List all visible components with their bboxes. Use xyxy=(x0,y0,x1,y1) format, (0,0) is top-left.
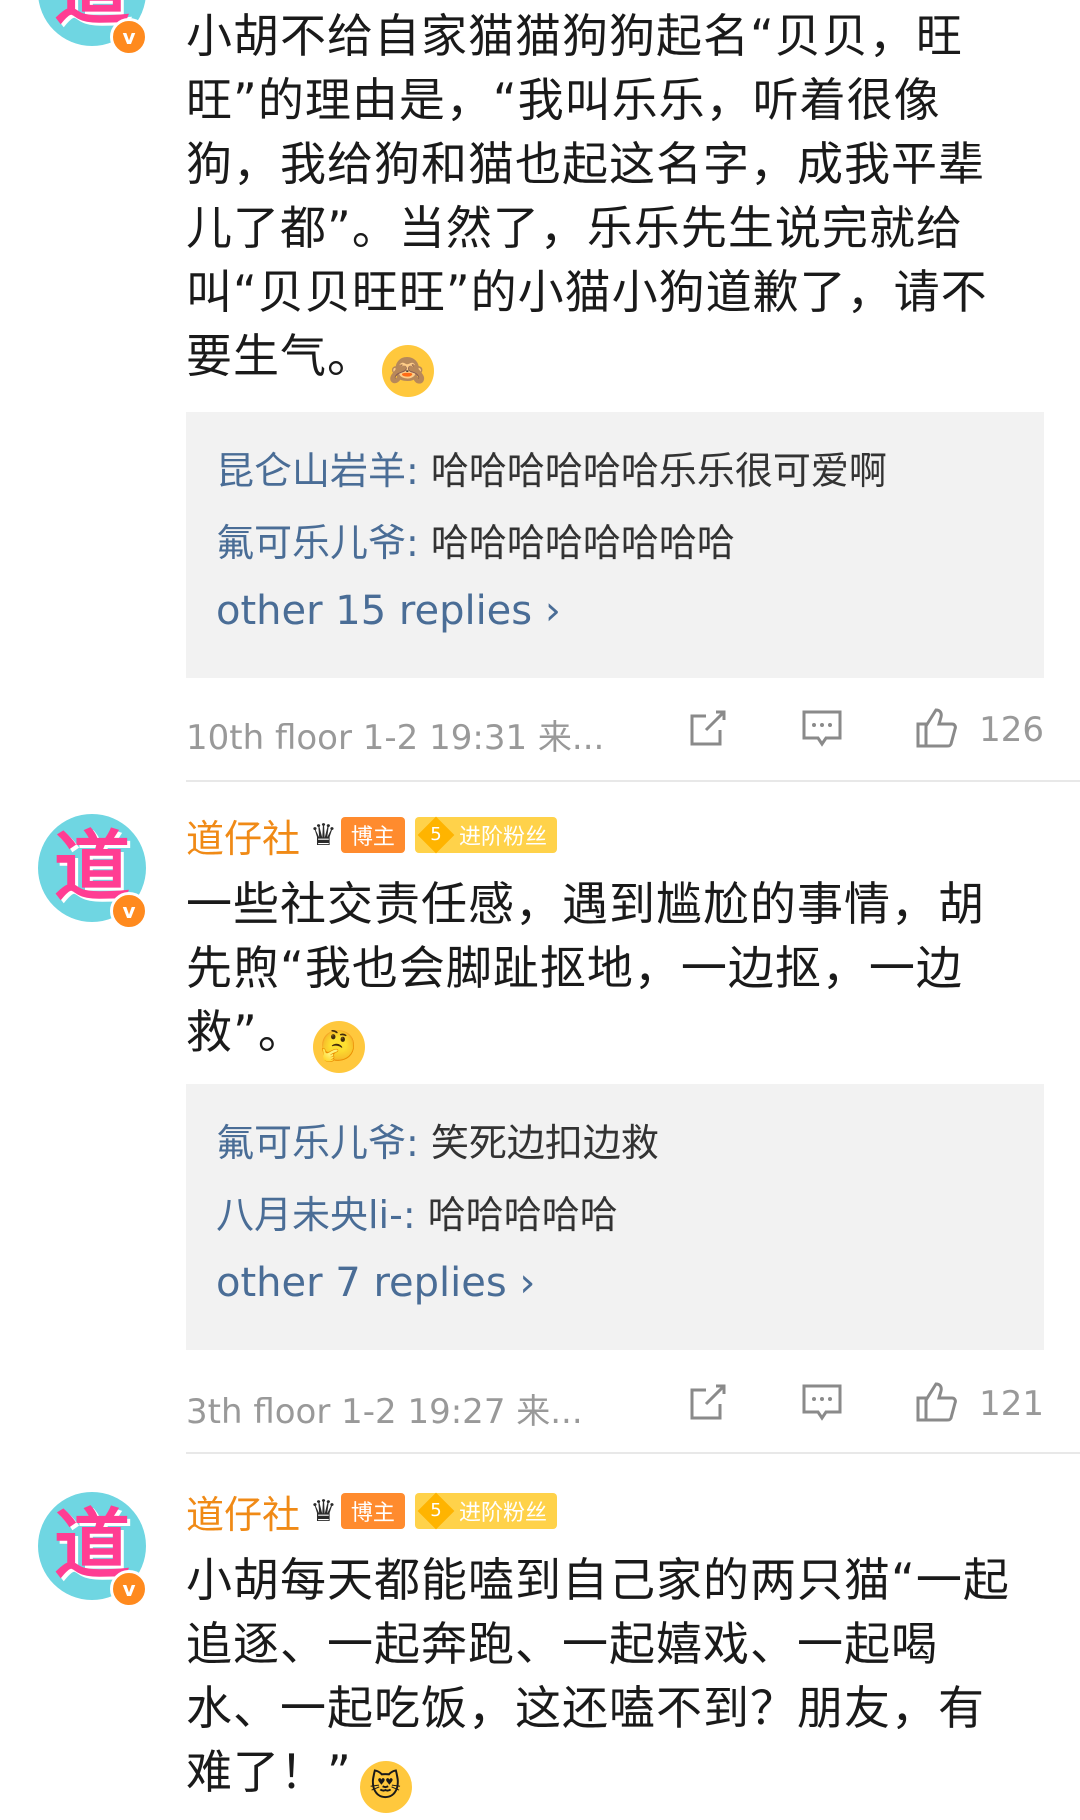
fan-badge-label: 进阶粉丝 xyxy=(458,825,547,850)
divider xyxy=(186,780,1080,782)
see-no-evil-icon: 🙈 xyxy=(382,345,434,397)
comment-meta: 3th floor 1-2 19:27 来... xyxy=(186,1392,583,1432)
like-count: 126 xyxy=(979,710,1044,750)
comment-body: 一些社交责任感，遇到尴尬的事情，胡先煦“我也会脚趾抠地，一边抠，一边救”。 xyxy=(186,877,985,1059)
comment-text: 小胡每天都能嗑到自己家的两只猫“一起追逐、一起奔跑、一起嬉戏、一起喝水、一起吃饭… xyxy=(186,1548,1016,1813)
fan-badge[interactable]: 5 进阶粉丝 xyxy=(414,1492,557,1530)
reply-separator: : xyxy=(406,521,419,565)
more-replies-label: other 7 replies xyxy=(216,1260,507,1306)
like-icon[interactable] xyxy=(914,1380,958,1424)
reply-item[interactable]: 昆仑山岩羊: 哈哈哈哈哈哈乐乐很可爱啊 xyxy=(216,440,887,495)
fan-badge[interactable]: 5 进阶粉丝 xyxy=(414,816,557,854)
fan-level: 5 xyxy=(430,824,442,845)
comment-text: 一些社交责任感，遇到尴尬的事情，胡先煦“我也会脚趾抠地，一边抠，一边救”。 🤔 xyxy=(186,872,1016,1073)
comment-footer: 10th floor 1-2 19:31 来... 126 xyxy=(186,706,1044,758)
comment-body: 小胡不给自家猫猫狗狗起名“贝贝，旺旺”的理由是，“我叫乐乐，听着很像狗，我给狗和… xyxy=(186,9,988,383)
more-replies-link[interactable]: other 15 replies › xyxy=(216,588,561,634)
fan-level-icon: 5 xyxy=(417,816,455,854)
comment-icon[interactable] xyxy=(800,1380,844,1424)
reply-box[interactable]: 氟可乐儿爷: 笑死边扣边救 八月未央li-: 哈哈哈哈哈 other 7 rep… xyxy=(186,1084,1044,1350)
author-row: 道仔社 ♛ 博主 5 进阶粉丝 xyxy=(186,1488,557,1537)
crown-icon: ♛ xyxy=(310,1493,337,1529)
fan-level-icon: 5 xyxy=(417,1492,455,1530)
reply-item[interactable]: 八月未央li-: 哈哈哈哈哈 xyxy=(216,1184,618,1239)
share-icon[interactable] xyxy=(686,706,730,750)
reply-separator: : xyxy=(402,1193,416,1237)
verified-badge-icon: v xyxy=(110,18,148,56)
heart-eyes-cat-icon: 😻 xyxy=(359,1761,412,1813)
reply-author[interactable]: 氟可乐儿爷 xyxy=(216,521,406,565)
chevron-right-icon: › xyxy=(519,1260,536,1306)
divider xyxy=(186,1452,1080,1454)
like-icon[interactable] xyxy=(914,706,958,750)
reply-text: 哈哈哈哈哈 xyxy=(415,1193,618,1237)
share-icon[interactable] xyxy=(686,1380,730,1424)
reply-text: 哈哈哈哈哈哈乐乐很可爱啊 xyxy=(418,449,887,493)
verified-badge-icon: v xyxy=(110,892,148,930)
comment-body: 小胡每天都能嗑到自己家的两只猫“一起追逐、一起奔跑、一起嬉戏、一起喝水、一起吃饭… xyxy=(186,1553,1010,1799)
reply-separator: : xyxy=(406,1121,419,1165)
reply-author[interactable]: 八月未央li- xyxy=(216,1193,403,1237)
author-row: 道仔社 ♛ 博主 5 进阶粉丝 xyxy=(186,812,557,861)
comment-footer: 3th floor 1-2 19:27 来... 121 xyxy=(186,1380,1044,1432)
more-replies-label: other 15 replies xyxy=(216,588,533,634)
reply-item[interactable]: 氟可乐儿爷: 笑死边扣边救 xyxy=(216,1112,659,1167)
comment-text: 小胡不给自家猫猫狗狗起名“贝贝，旺旺”的理由是，“我叫乐乐，听着很像狗，我给狗和… xyxy=(186,4,1016,397)
reply-separator: : xyxy=(406,449,419,493)
verified-badge-icon: v xyxy=(110,1570,148,1608)
author-name[interactable]: 道仔社 xyxy=(186,808,300,863)
like-count: 121 xyxy=(979,1384,1044,1424)
more-replies-link[interactable]: other 7 replies › xyxy=(216,1260,535,1306)
comment-meta: 10th floor 1-2 19:31 来... xyxy=(186,718,605,758)
crown-icon: ♛ xyxy=(310,817,337,853)
fan-level: 5 xyxy=(430,1500,442,1521)
thinking-face-icon: 🤔 xyxy=(312,1021,365,1073)
reply-item[interactable]: 氟可乐儿爷: 哈哈哈哈哈哈哈哈 xyxy=(216,512,735,567)
reply-text: 哈哈哈哈哈哈哈哈 xyxy=(418,521,735,565)
host-badge: 博主 xyxy=(340,1493,405,1529)
author-name[interactable]: 道仔社 xyxy=(186,1484,300,1539)
reply-author[interactable]: 氟可乐儿爷 xyxy=(216,1121,406,1165)
comment-icon[interactable] xyxy=(800,706,844,750)
host-badge: 博主 xyxy=(340,817,405,853)
reply-box[interactable]: 昆仑山岩羊: 哈哈哈哈哈哈乐乐很可爱啊 氟可乐儿爷: 哈哈哈哈哈哈哈哈 othe… xyxy=(186,412,1044,678)
fan-badge-label: 进阶粉丝 xyxy=(458,1501,547,1526)
reply-text: 笑死边扣边救 xyxy=(418,1121,659,1165)
chevron-right-icon: › xyxy=(544,588,561,634)
reply-author[interactable]: 昆仑山岩羊 xyxy=(216,449,406,493)
